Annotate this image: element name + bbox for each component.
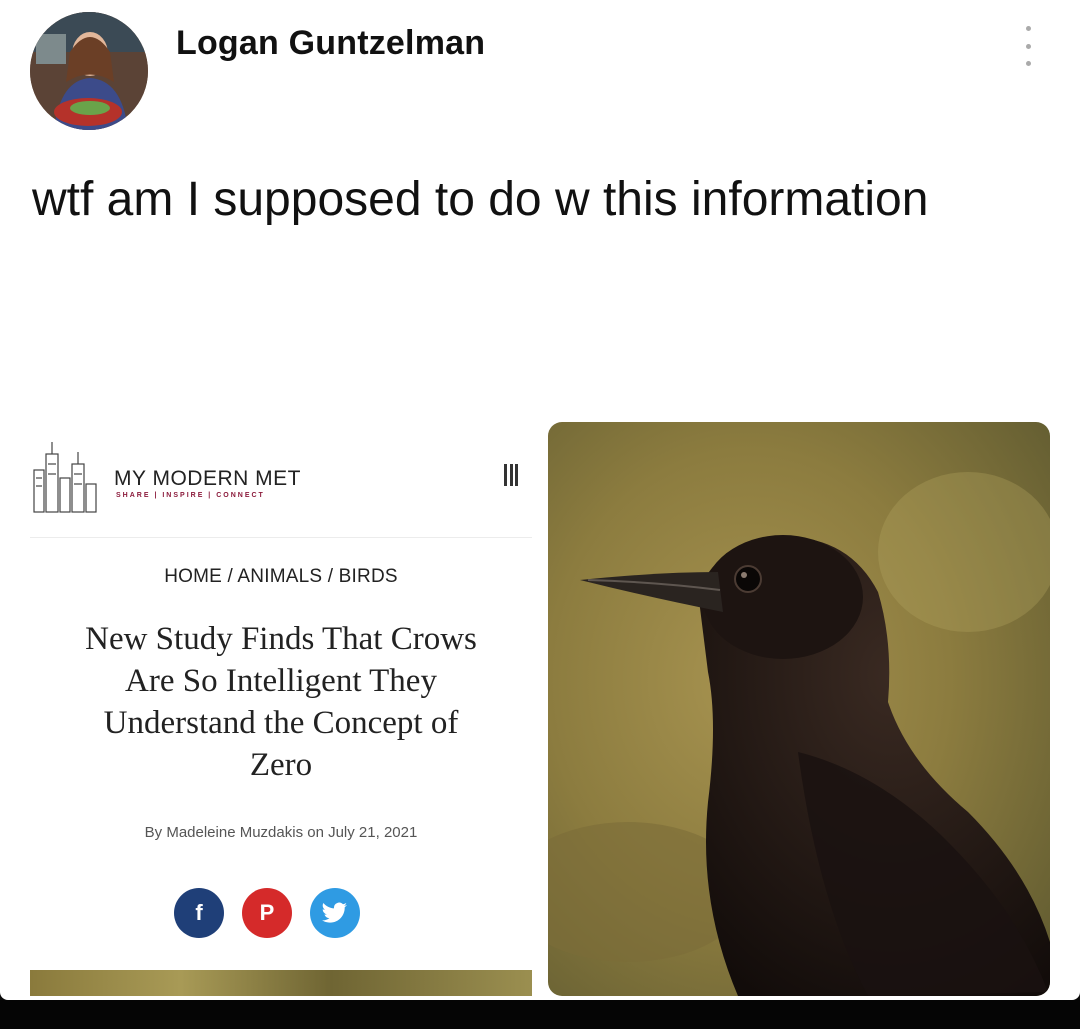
article-byline: By Madeleine Muzdakis on July 21, 2021 — [144, 824, 418, 841]
image-frame-bottom — [0, 1000, 1080, 1029]
crow-photo[interactable] — [548, 422, 1050, 996]
site-tagline: SHARE | INSPIRE | CONNECT — [116, 492, 265, 499]
breadcrumb[interactable]: HOME / ANIMALS / BIRDS — [30, 566, 532, 588]
post-card: Logan Guntzelman wtf am I supposed to do… — [0, 0, 1080, 1000]
social-share-buttons: f P — [174, 888, 360, 938]
site-logo-icon — [33, 442, 97, 513]
article-screenshot[interactable]: MY MODERN MET SHARE | INSPIRE | CONNECT … — [30, 422, 532, 996]
pinterest-icon[interactable]: P — [242, 888, 292, 938]
facebook-icon[interactable]: f — [174, 888, 224, 938]
headline-line: New Study Finds That Crows — [85, 621, 477, 657]
headline-line: Are So Intelligent They — [125, 663, 437, 699]
author-name[interactable]: Logan Guntzelman — [176, 24, 485, 63]
article-image-preview — [30, 970, 532, 996]
headline-line: Zero — [249, 747, 313, 783]
more-options-icon[interactable] — [1016, 26, 1040, 66]
facebook-glyph: f — [195, 900, 203, 925]
site-name: MY MODERN MET — [114, 467, 301, 490]
headline-line: Understand the Concept of — [103, 705, 459, 741]
menu-icon[interactable] — [504, 464, 518, 488]
article-headline: New Study Finds That Crows Are So Intell… — [30, 618, 532, 786]
avatar[interactable] — [30, 12, 148, 130]
post-text: wtf am I supposed to do w this informati… — [32, 173, 929, 226]
pinterest-glyph: P — [259, 900, 275, 925]
site-header: MY MODERN MET SHARE | INSPIRE | CONNECT — [30, 422, 532, 538]
twitter-icon[interactable] — [310, 888, 360, 938]
